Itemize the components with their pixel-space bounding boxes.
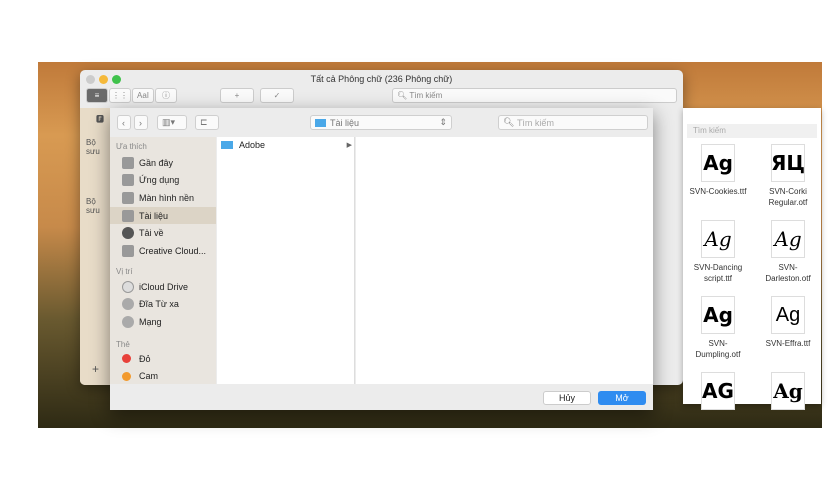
sidebar-item-label: Mạng (139, 316, 162, 327)
folder-icon (315, 118, 326, 127)
font-grid-panel: Tìm kiếm Ag SVN-Cookies.ttf ЯЦ SVN-Corki Re… (683, 108, 821, 410)
font-name: SVN-Cookies.ttf (689, 187, 747, 196)
font-name: SVN-Dumpling.otf (695, 339, 741, 359)
file-name: Adobe (239, 140, 266, 150)
grid-view-button[interactable]: ⋮⋮ (109, 88, 131, 103)
font-preview: Ag (771, 372, 805, 410)
font-preview: Ag (771, 220, 805, 258)
validate-button[interactable]: ✓ (260, 88, 294, 103)
search-placeholder: Tìm kiếm (516, 117, 554, 128)
info-button[interactable]: ⓘ (155, 88, 177, 103)
font-item[interactable]: Ag SVN-Effra.ttf (757, 296, 819, 349)
font-preview: Ag (771, 296, 805, 334)
folder-icon (221, 141, 233, 149)
sample-view-button[interactable]: AaI (132, 88, 154, 103)
font-preview: AG (701, 372, 735, 410)
location-label: Tài liệu (330, 117, 360, 128)
sidebar-item-label: Đĩa Từ xa (139, 299, 179, 310)
dialog-sidebar: Ưa thích Gần đây Ứng dụng Màn hình nền Tài l… (110, 137, 216, 384)
window-title: Tất cả Phông chữ (236 Phông chữ) (310, 74, 453, 84)
font-search-input[interactable]: Tìm kiếm (687, 124, 817, 138)
search-icon: 🔍︎ (397, 91, 410, 100)
sidebar-item-label: iCloud Drive (139, 281, 189, 292)
globe-icon (122, 315, 134, 328)
section-tags: Thẻ (116, 340, 130, 349)
search-icon: 🔍︎ (503, 117, 517, 127)
sidebar-item[interactable]: Đĩa Từ xa (110, 296, 216, 313)
font-item[interactable]: Ag SVN-Cookies.ttf (687, 144, 749, 197)
forward-button[interactable]: › (134, 115, 148, 130)
sidebar-item-label: Màn hình nền (139, 192, 195, 203)
cancel-button[interactable]: Hủy (543, 391, 591, 405)
view-mode-button[interactable]: ▥▾ (157, 115, 187, 130)
sidebar-item-label: Tải về (139, 228, 164, 239)
tag-label: Cam (139, 371, 159, 382)
font-item[interactable]: Ag SVN-Dumpling.otf (687, 296, 749, 360)
desktop-icon (122, 191, 134, 204)
open-button[interactable]: Mở (598, 391, 646, 405)
font-name: SVN-Darleston.otf (765, 263, 811, 283)
apps-icon (122, 174, 134, 187)
add-collection-icon[interactable]: + (92, 362, 99, 376)
search-placeholder: Tìm kiếm (409, 91, 443, 100)
sidebar-item[interactable]: iCloud Drive (110, 278, 216, 295)
font-preview: Ag (701, 144, 735, 182)
font-book-sidebar: 🅵 Bộ sưu Bộ sưu + (80, 108, 110, 385)
sidebar-label: Bộ sưu (86, 138, 100, 156)
sidebar-tag[interactable]: Đỏ (110, 350, 216, 367)
chevron-updown-icon: ⇕ (439, 117, 447, 127)
font-item[interactable]: Ag (757, 372, 819, 414)
font-name: SVN-Dancing script.ttf (693, 263, 743, 283)
font-preview: Ag (701, 296, 735, 334)
sidebar-item-label: Creative Cloud... (139, 246, 207, 256)
font-name: SVN-Effra.ttf (765, 339, 811, 348)
tag-label: Đỏ (139, 353, 151, 364)
open-file-dialog: ‹ › ▥▾ ⊏ Tài liệu ⇕ 🔍︎ Tìm kiếm Ưa thích G… (110, 108, 653, 410)
location-dropdown[interactable]: Tài liệu ⇕ (310, 115, 452, 130)
sidebar-item-label: Tài liệu (139, 210, 169, 221)
file-item-adobe[interactable]: Adobe ▶ (221, 139, 352, 151)
font-preview: ЯЦ (771, 144, 805, 182)
font-item[interactable]: ЯЦ SVN-Corki Regular.otf (757, 144, 819, 208)
sidebar-item[interactable]: Gần đây (110, 154, 216, 171)
section-favorites: Ưa thích (116, 142, 147, 151)
file-column: Adobe ▶ (217, 137, 355, 384)
disclosure-arrow-icon: ▶ (346, 142, 352, 149)
sidebar-item[interactable]: Ứng dụng (110, 172, 216, 189)
section-locations: Vị trí (116, 267, 133, 276)
clock-icon (122, 156, 134, 169)
font-item[interactable]: AG (687, 372, 749, 414)
new-folder-button[interactable]: ⊏ (195, 115, 219, 130)
sidebar-item[interactable]: Màn hình nền (110, 189, 216, 206)
preview-column (356, 137, 653, 384)
font-item[interactable]: Ag SVN-Dancing script.ttf (687, 220, 749, 284)
font-preview: Ag (701, 220, 735, 258)
tag-color-icon (122, 354, 131, 363)
font-icon: 🅵 (96, 115, 104, 124)
dialog-search-input[interactable]: 🔍︎ Tìm kiếm (498, 115, 648, 130)
list-view-button[interactable]: ≡ (86, 88, 108, 103)
search-input[interactable]: 🔍︎ Tìm kiếm (392, 88, 677, 103)
sidebar-item-label: Ứng dụng (139, 175, 180, 186)
add-font-button[interactable]: + (220, 88, 254, 103)
cloud-icon (122, 280, 134, 293)
disc-icon (122, 298, 134, 311)
folder-icon (122, 245, 134, 257)
documents-icon (122, 209, 134, 222)
sidebar-item[interactable]: Tài liệu (110, 207, 216, 225)
sidebar-item-label: Gần đây (139, 157, 174, 168)
downloads-icon (122, 227, 134, 240)
sidebar-label: Bộ sưu (86, 197, 100, 215)
sidebar-item[interactable]: Mạng (110, 313, 216, 330)
font-item[interactable]: Ag SVN-Darleston.otf (757, 220, 819, 284)
back-button[interactable]: ‹ (117, 115, 131, 130)
font-name: SVN-Corki Regular.otf (768, 187, 808, 207)
sidebar-item[interactable]: Creative Cloud... (110, 243, 216, 260)
tag-color-icon (122, 371, 131, 381)
sidebar-item[interactable]: Tải về (110, 225, 216, 242)
sidebar-tag[interactable]: Cam (110, 368, 216, 384)
